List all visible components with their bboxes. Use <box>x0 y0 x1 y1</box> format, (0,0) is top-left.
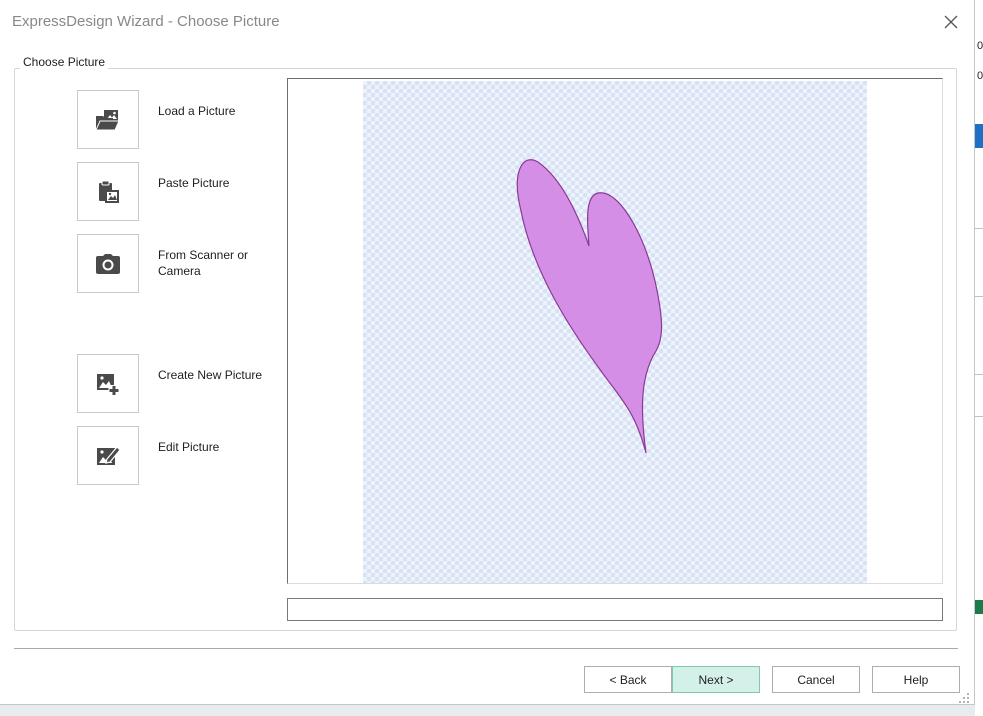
background-divider <box>975 296 983 297</box>
heart-shape <box>516 159 663 454</box>
paste-picture-button[interactable] <box>77 162 139 221</box>
paste-picture-label: Paste Picture <box>158 176 230 190</box>
resize-grip-icon[interactable] <box>958 692 970 704</box>
help-button[interactable]: Help <box>872 666 960 693</box>
background-app-tab <box>975 600 983 614</box>
close-button[interactable] <box>936 8 966 36</box>
background-app-highlight <box>975 124 983 148</box>
cancel-button[interactable]: Cancel <box>772 666 860 693</box>
background-digit: 0 <box>977 40 983 52</box>
heart-shape-image <box>516 159 663 454</box>
edit-picture-label: Edit Picture <box>158 440 220 454</box>
picture-add-icon <box>97 373 120 396</box>
dialog-title: ExpressDesign Wizard - Choose Picture <box>12 13 280 30</box>
scanner-camera-label: From Scanner or Camera <box>158 248 249 278</box>
close-icon <box>944 15 958 29</box>
wizard-dialog: ExpressDesign Wizard - Choose Picture Ch… <box>0 0 975 705</box>
next-button[interactable]: Next > <box>672 666 760 693</box>
picture-edit-icon <box>97 445 121 465</box>
picture-preview <box>287 78 943 584</box>
background-divider <box>975 416 983 417</box>
camera-icon <box>96 253 120 274</box>
background-divider <box>975 228 983 229</box>
group-label: Choose Picture <box>20 55 109 69</box>
clipboard-picture-icon <box>99 180 119 203</box>
folder-picture-icon <box>95 109 120 130</box>
load-picture-button[interactable] <box>77 90 139 149</box>
create-new-picture-button[interactable] <box>77 354 139 413</box>
scanner-camera-button[interactable] <box>77 234 139 293</box>
background-digit: 0 <box>977 70 983 82</box>
back-button[interactable]: < Back <box>584 666 672 693</box>
transparent-canvas <box>363 81 867 583</box>
create-new-picture-label: Create New Picture <box>158 368 263 382</box>
background-divider <box>975 374 983 375</box>
footer-separator <box>14 648 958 649</box>
edit-picture-button[interactable] <box>77 426 139 485</box>
load-picture-label: Load a Picture <box>158 104 236 118</box>
picture-path-field[interactable] <box>287 598 943 621</box>
